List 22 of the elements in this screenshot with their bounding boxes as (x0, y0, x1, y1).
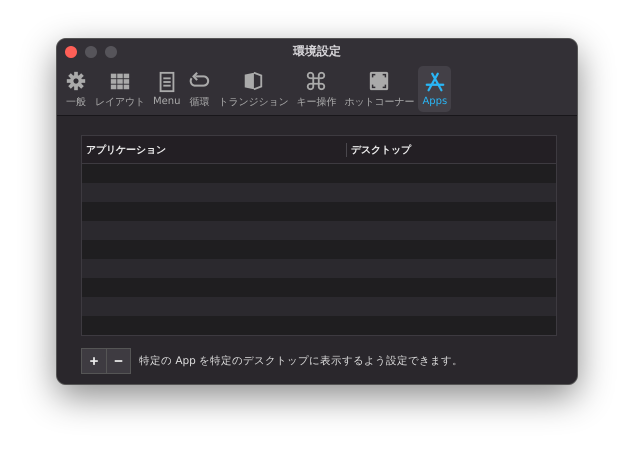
window-title: 環境設定 (293, 42, 341, 60)
toolbar-tab[interactable]: 一般 (61, 66, 91, 112)
app-store-icon (424, 71, 446, 93)
toolbar-tab[interactable]: Menu (149, 66, 184, 112)
add-button[interactable]: + (82, 349, 106, 373)
zoom-button[interactable] (105, 46, 117, 58)
toolbar-tab[interactable]: Apps (418, 66, 452, 112)
settings-icon (65, 70, 87, 92)
command-key-icon (305, 70, 328, 92)
corners-icon (368, 70, 390, 92)
hint-text: 特定の App を特定のデスクトップに表示するよう設定できます。 (139, 354, 464, 368)
cube-icon (242, 70, 264, 92)
toolbar-tab[interactable]: レイアウト (91, 66, 149, 112)
toolbar-tab[interactable]: キー操作 (292, 66, 340, 112)
column-header[interactable]: デスクトップ (346, 142, 411, 156)
toolbar-tab[interactable]: 循環 (184, 66, 214, 112)
toolbar-tab[interactable]: ホットコーナー (340, 66, 418, 112)
close-button[interactable] (65, 46, 77, 58)
column-header[interactable]: アプリケーション (82, 142, 346, 156)
remove-button[interactable]: − (106, 349, 130, 373)
minimize-button[interactable] (85, 46, 97, 58)
toolbar-tab[interactable]: トランジション (214, 66, 292, 112)
